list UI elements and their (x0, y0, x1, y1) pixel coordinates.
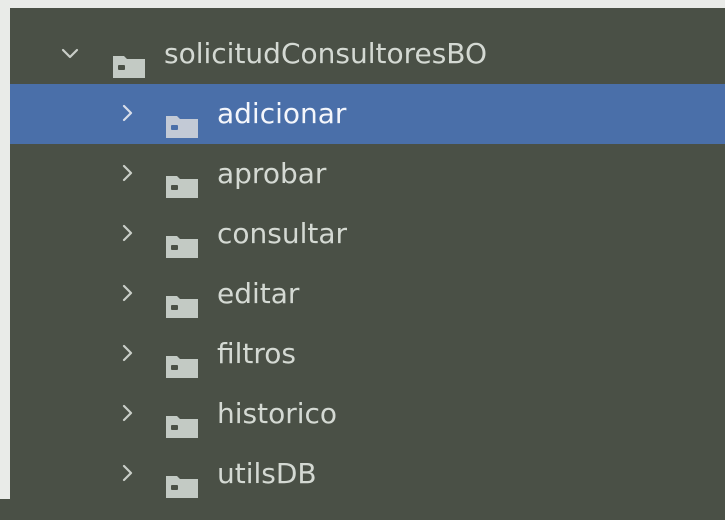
tree-item-label: historico (217, 397, 338, 430)
tree-item-label: consultar (217, 217, 348, 250)
folder-icon (165, 160, 199, 198)
project-tree-panel: solicitudConsultoresBO adicionar aprobar… (0, 0, 725, 499)
folder-icon (165, 400, 199, 438)
folder-icon (165, 100, 199, 138)
chevron-right-icon[interactable] (114, 444, 142, 504)
tree-item-aprobar[interactable]: aprobar (10, 144, 725, 204)
chevron-right-icon[interactable] (114, 264, 142, 324)
chevron-right-icon[interactable] (114, 384, 142, 444)
folder-tree: solicitudConsultoresBO adicionar aprobar… (10, 24, 725, 504)
folder-icon (165, 280, 199, 318)
chevron-right-icon[interactable] (114, 204, 142, 264)
tree-item-filtros[interactable]: filtros (10, 324, 725, 384)
tree-item-adicionar[interactable]: adicionar (10, 84, 725, 144)
tree-item-utilsdb[interactable]: utilsDB (10, 444, 725, 504)
folder-icon (165, 460, 199, 498)
chevron-right-icon[interactable] (114, 324, 142, 384)
tree-item-historico[interactable]: historico (10, 384, 725, 444)
tree-root-label: solicitudConsultoresBO (164, 37, 488, 70)
tree-root-row[interactable]: solicitudConsultoresBO (10, 24, 725, 84)
tree-item-label: filtros (217, 337, 297, 370)
folder-icon (165, 340, 199, 378)
tree-item-label: editar (217, 277, 300, 310)
tree-item-label: aprobar (217, 157, 327, 190)
folder-icon (165, 220, 199, 258)
tree-item-consultar[interactable]: consultar (10, 204, 725, 264)
chevron-right-icon[interactable] (114, 144, 142, 204)
chevron-right-icon[interactable] (114, 84, 142, 144)
tree-item-editar[interactable]: editar (10, 264, 725, 324)
tree-item-label: utilsDB (217, 457, 317, 490)
tree-item-label: adicionar (217, 97, 347, 130)
folder-icon (112, 40, 146, 78)
chevron-down-icon[interactable] (57, 24, 85, 84)
